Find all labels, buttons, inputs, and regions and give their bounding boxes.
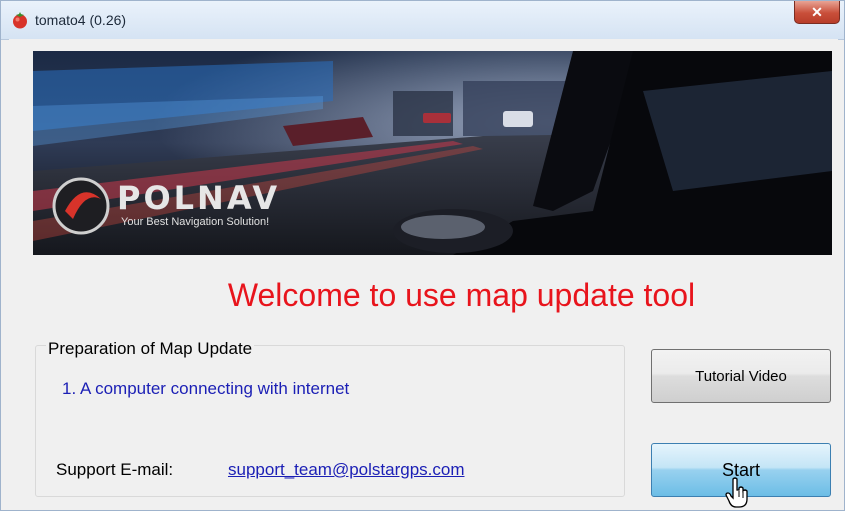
- brand-name: POLNAV: [117, 179, 281, 217]
- brand-tagline: Your Best Navigation Solution!: [121, 216, 270, 228]
- banner-image: POLNAV Your Best Navigation Solution!: [33, 51, 832, 255]
- app-window: tomato4 (0.26) ✕ POLNAV Your Best Naviga…: [0, 0, 845, 511]
- close-icon: ✕: [811, 3, 823, 20]
- preparation-title: Preparation of Map Update: [46, 339, 255, 359]
- support-email-label: Support E-mail:: [56, 460, 174, 479]
- welcome-heading: Welcome to use map update tool: [227, 277, 696, 313]
- tomato-icon: [13, 12, 27, 29]
- title-bar[interactable]: tomato4 (0.26) ✕: [1, 1, 844, 40]
- polnav-logo-icon: [52, 177, 110, 235]
- close-button[interactable]: ✕: [794, 1, 840, 24]
- start-button[interactable]: Start: [651, 443, 831, 497]
- tutorial-video-button[interactable]: Tutorial Video: [651, 349, 831, 403]
- support-email-link[interactable]: support_team@polstargps.com: [228, 460, 464, 480]
- preparation-item: 1. A computer connecting with internet: [62, 379, 350, 398]
- preparation-group: Preparation of Map Update 1. A computer …: [35, 339, 625, 497]
- client-area: POLNAV Your Best Navigation Solution! We…: [9, 39, 838, 508]
- window-title: tomato4 (0.26): [35, 12, 127, 28]
